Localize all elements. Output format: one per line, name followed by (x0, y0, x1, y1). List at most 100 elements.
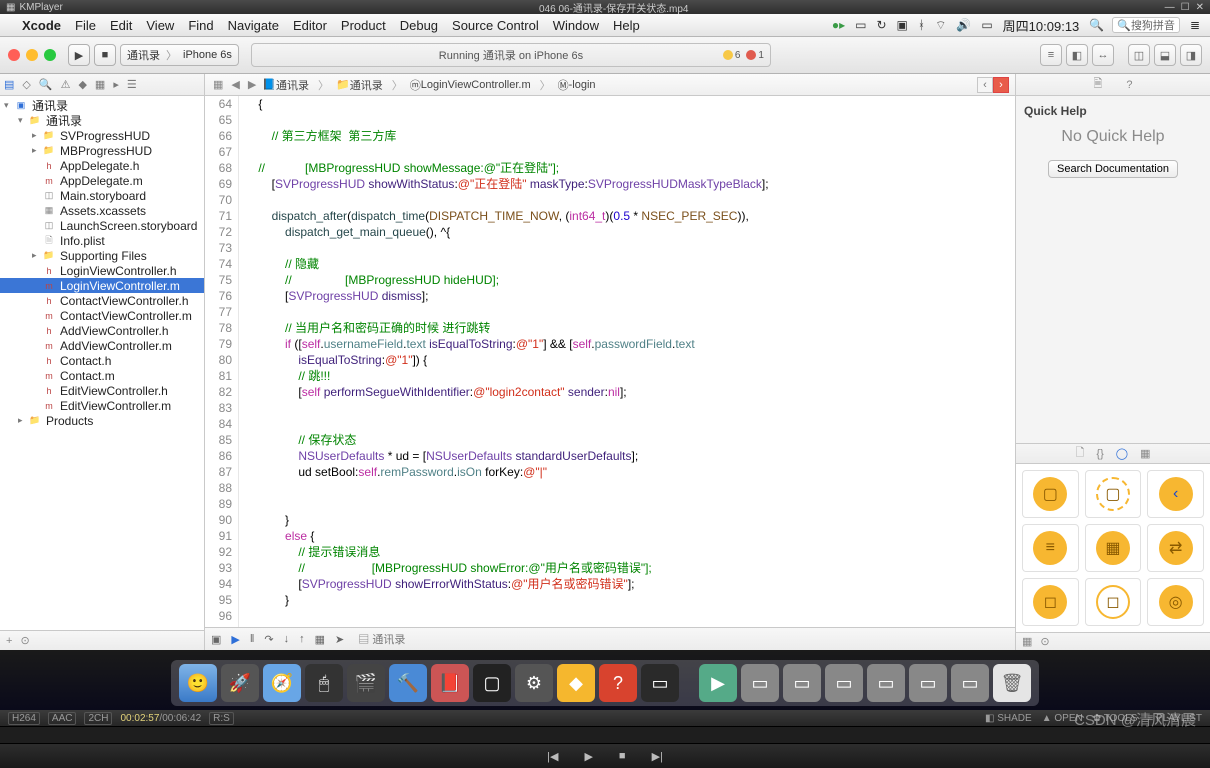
activity-viewer[interactable]: Running 通讯录 on iPhone 6s 6 1 (251, 43, 771, 67)
dock-app[interactable]: 🎬 (347, 664, 385, 702)
step-in-icon[interactable]: ↓ (284, 633, 290, 645)
volume-icon[interactable]: 🔊 (956, 18, 971, 32)
quickhelp-inspector-tab[interactable]: ? (1126, 79, 1132, 91)
tree-row[interactable]: mAppDelegate.m (0, 173, 204, 188)
dock-trash[interactable]: 🗑 (993, 664, 1031, 702)
toggle-navigator-button[interactable]: ◫ (1128, 44, 1150, 66)
dock-terminal[interactable]: ▢ (473, 664, 511, 702)
assistant-editor-button[interactable]: ◧ (1066, 44, 1088, 66)
library-item[interactable]: ‹ (1147, 470, 1204, 518)
kmplayer-min-icon[interactable]: ― (1165, 2, 1175, 13)
jump-file[interactable]: ⓜ LoginViewController.m (410, 77, 533, 93)
menu-file[interactable]: File (75, 18, 96, 33)
stop-icon[interactable]: ■ (619, 750, 626, 762)
dock-app[interactable]: ▶ (699, 664, 737, 702)
minimize-window[interactable] (26, 49, 38, 61)
kmplayer-seekbar[interactable] (0, 726, 1210, 744)
zoom-window[interactable] (44, 49, 56, 61)
tree-row[interactable]: 🗎Info.plist (0, 233, 204, 248)
wifi-icon[interactable]: ⌔ (935, 18, 946, 33)
tree-row[interactable]: ▦Assets.xcassets (0, 203, 204, 218)
version-editor-button[interactable]: ↔ (1092, 44, 1114, 66)
project-tree[interactable]: ▾▣通讯录▾📁通讯录▸📁SVProgressHUD▸📁MBProgressHUD… (0, 96, 204, 630)
toggle-debug-button[interactable]: ⬓ (1154, 44, 1176, 66)
pause-icon[interactable]: ‖ (250, 633, 255, 645)
tree-row[interactable]: mContactViewController.m (0, 308, 204, 323)
step-over-icon[interactable]: ↷ (264, 633, 273, 646)
display-icon[interactable]: ▣ (897, 18, 908, 32)
jump-project[interactable]: 📘 通讯录 (262, 77, 311, 93)
tree-row[interactable]: ◫LaunchScreen.storyboard (0, 218, 204, 233)
library-item[interactable]: ◻ (1022, 578, 1079, 626)
object-library-tab[interactable]: ◯ (1116, 447, 1128, 460)
bluetooth-icon[interactable]: ᚼ (918, 18, 925, 32)
standard-editor-button[interactable]: ≡ (1040, 44, 1062, 66)
code-snippet-library-tab[interactable]: {} (1096, 448, 1103, 460)
search-documentation-button[interactable]: Search Documentation (1048, 160, 1178, 178)
menubar-clock[interactable]: 周四10:09:13 (1003, 16, 1080, 35)
dock-app[interactable]: ▭ (951, 664, 989, 702)
next-issue-button[interactable]: › (993, 77, 1009, 93)
library-grid-icon[interactable]: ▦ (1022, 635, 1032, 648)
issue-navigator-tab[interactable]: ⚠ (61, 78, 71, 91)
tree-row[interactable]: hContactViewController.h (0, 293, 204, 308)
run-button[interactable]: ▶ (68, 44, 90, 66)
kmplayer-close-icon[interactable]: ✕ (1196, 2, 1204, 13)
next-track-icon[interactable]: ▶| (652, 750, 663, 763)
dock-app[interactable]: ▭ (741, 664, 779, 702)
app-menu[interactable]: Xcode (22, 18, 61, 33)
dock-launchpad[interactable]: 🚀 (221, 664, 259, 702)
close-window[interactable] (8, 49, 20, 61)
shade-button[interactable]: ◧ SHADE (985, 713, 1032, 724)
breakpoint-navigator-tab[interactable]: ▸ (113, 78, 119, 91)
symbol-navigator-tab[interactable]: ◇ (22, 78, 30, 91)
tree-row[interactable]: hEditViewController.h (0, 383, 204, 398)
menu-debug[interactable]: Debug (400, 18, 438, 33)
jump-symbol[interactable]: Ⓜ -login (558, 77, 598, 93)
location-icon[interactable]: ➤ (335, 633, 344, 646)
errors-badge[interactable]: 1 (746, 50, 764, 61)
dock-app[interactable]: 🖱 (305, 664, 343, 702)
test-navigator-tab[interactable]: ◆ (78, 78, 86, 91)
tree-row[interactable]: mEditViewController.m (0, 398, 204, 413)
library-item[interactable]: ◻ (1085, 578, 1142, 626)
menu-edit[interactable]: Edit (110, 18, 132, 33)
tree-row[interactable]: ▸📁MBProgressHUD (0, 143, 204, 158)
notification-icon[interactable]: ≣ (1190, 18, 1200, 32)
menu-help[interactable]: Help (613, 18, 640, 33)
scheme-selector[interactable]: 通讯录 〉 iPhone 6s (120, 44, 239, 66)
code-content[interactable]: { // 第三方框架 第三方库 // [MBProgressHUD showMe… (239, 96, 1015, 627)
filter-icon[interactable]: ⊙ (20, 634, 29, 647)
library-item[interactable]: ▢ (1085, 470, 1142, 518)
tree-row[interactable]: mLoginViewController.m (0, 278, 204, 293)
dock-finder[interactable]: 🙂 (179, 664, 217, 702)
toggle-inspector-button[interactable]: ◨ (1180, 44, 1202, 66)
dock-app[interactable]: ▭ (867, 664, 905, 702)
back-button[interactable]: ◀ (229, 78, 241, 91)
prev-issue-button[interactable]: ‹ (977, 77, 993, 93)
breakpoints-toggle-icon[interactable]: ▶ (231, 633, 239, 646)
tree-row[interactable]: ▾📁通讯录 (0, 113, 204, 128)
airplay-icon[interactable]: ▭ (855, 18, 866, 32)
tree-row[interactable]: ▸📁Supporting Files (0, 248, 204, 263)
dock-app[interactable]: ▭ (641, 664, 679, 702)
tree-row[interactable]: hAddViewController.h (0, 323, 204, 338)
dock-sketch[interactable]: ◆ (557, 664, 595, 702)
report-navigator-tab[interactable]: ☰ (127, 78, 137, 91)
menu-product[interactable]: Product (341, 18, 386, 33)
debug-navigator-tab[interactable]: ▦ (95, 78, 105, 91)
library-filter-icon[interactable]: ⊙ (1040, 635, 1049, 648)
spotlight-icon[interactable]: 🔍 (1089, 18, 1104, 32)
timemachine-icon[interactable]: ↻ (876, 18, 886, 32)
library-item[interactable]: ▢ (1022, 470, 1079, 518)
related-items-icon[interactable]: ▦ (211, 78, 225, 91)
dock-app[interactable]: ▭ (825, 664, 863, 702)
kmplayer-max-icon[interactable]: ☐ (1181, 2, 1190, 13)
dock-sysprefs[interactable]: ⚙ (515, 664, 553, 702)
warnings-badge[interactable]: 6 (723, 50, 741, 61)
dock-app[interactable]: ▭ (783, 664, 821, 702)
battery-icon[interactable]: ▭ (981, 18, 992, 32)
menu-find[interactable]: Find (188, 18, 213, 33)
prev-track-icon[interactable]: |◀ (547, 750, 558, 763)
view-debug-icon[interactable]: ▦ (315, 633, 325, 646)
